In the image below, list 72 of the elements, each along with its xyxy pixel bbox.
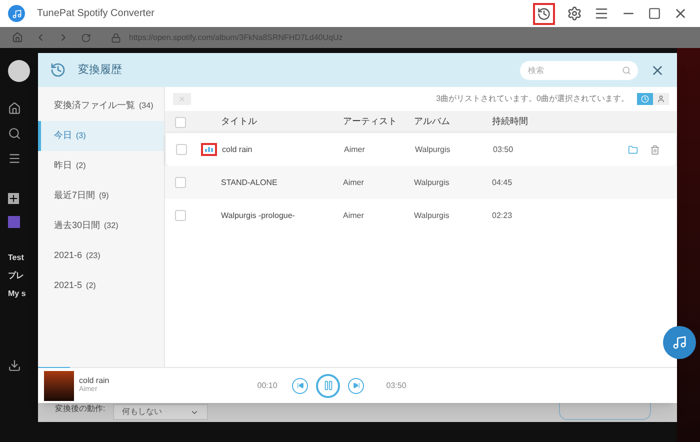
- trash-icon[interactable]: [650, 144, 660, 154]
- close-icon[interactable]: [673, 6, 688, 21]
- settings-icon[interactable]: [567, 6, 582, 21]
- history-button[interactable]: [533, 2, 555, 24]
- track-title: cold rain: [222, 144, 254, 156]
- menu-icon[interactable]: [594, 6, 609, 21]
- history-filter-item[interactable]: 2021-5 (2): [38, 271, 164, 301]
- column-header: アーティスト: [343, 115, 398, 128]
- track-artist: Aimer: [343, 210, 365, 222]
- history-filter-item[interactable]: 2021-6 (23): [38, 241, 164, 271]
- track-duration: 03:50: [493, 144, 514, 156]
- clock-icon: [641, 94, 649, 102]
- app-logo-icon: [8, 5, 25, 22]
- after-convert-label: 変換後の動作:: [55, 403, 106, 415]
- artist-view-toggle[interactable]: [653, 92, 669, 104]
- search-field[interactable]: 検索: [520, 60, 638, 80]
- checkbox[interactable]: [174, 210, 186, 221]
- history-filter-item[interactable]: 変換済ファイル一覧 (34): [38, 91, 164, 121]
- column-header: アルバム: [414, 115, 451, 128]
- track-artist: Aimer: [343, 176, 365, 188]
- track-album: Walpurgis: [414, 210, 450, 222]
- previous-button[interactable]: [292, 378, 308, 394]
- library-icon[interactable]: [8, 152, 21, 165]
- skip-forward-icon: [352, 382, 360, 389]
- checkbox[interactable]: [174, 116, 186, 128]
- track-title: STAND-ALONE: [221, 176, 278, 188]
- track-row[interactable]: STAND-ALONE Aimer Walpurgis 04:45: [165, 166, 677, 199]
- search-icon: [622, 66, 631, 74]
- reload-icon[interactable]: [81, 32, 91, 42]
- playlist-label[interactable]: My s: [8, 288, 26, 300]
- elapsed-time: 00:10: [257, 380, 278, 392]
- column-header: タイトル: [221, 115, 258, 128]
- close-icon: [178, 94, 186, 102]
- next-button[interactable]: [348, 378, 364, 394]
- playlist-label[interactable]: Test: [8, 252, 26, 264]
- history-icon: [537, 6, 551, 20]
- track-row[interactable]: cold rain Aimer Walpurgis 03:50: [166, 133, 676, 166]
- history-icon: [50, 62, 66, 78]
- status-text: 3曲がリストされています。0曲が選択されています。: [436, 92, 629, 104]
- album-art-placeholder: [44, 370, 74, 400]
- home-icon[interactable]: [8, 102, 21, 115]
- search-icon[interactable]: [8, 127, 21, 140]
- track-album: Walpurgis: [414, 176, 450, 188]
- history-filter-item[interactable]: 今日 (3): [38, 121, 164, 151]
- music-note-icon: [672, 335, 687, 350]
- pause-icon: [322, 380, 334, 391]
- playlist-label[interactable]: プレ: [8, 270, 26, 282]
- lock-icon: [111, 32, 121, 42]
- after-convert-dropdown[interactable]: 何もしない: [113, 404, 208, 420]
- history-filter-item[interactable]: 昨日 (2): [38, 151, 164, 181]
- total-time: 03:50: [386, 380, 406, 392]
- download-icon[interactable]: [8, 359, 21, 372]
- history-filter-item[interactable]: 最近7日間 (9): [38, 181, 164, 211]
- track-album: Walpurgis: [415, 144, 452, 156]
- player-track-title: cold rain: [79, 376, 110, 386]
- folder-icon[interactable]: [628, 144, 638, 154]
- person-icon: [657, 94, 665, 102]
- track-duration: 04:45: [492, 176, 514, 188]
- track-artist: Aimer: [344, 144, 366, 156]
- checkbox[interactable]: [174, 177, 186, 188]
- column-header: 持続時間: [492, 115, 529, 128]
- plus-icon[interactable]: [8, 193, 19, 204]
- dialog-title: 変換履歴: [78, 62, 122, 78]
- checkbox[interactable]: [176, 144, 186, 155]
- track-duration: 02:23: [492, 210, 514, 222]
- history-filter-item[interactable]: 過去30日間 (32): [38, 211, 164, 241]
- window-title: TunePat Spotify Converter: [37, 7, 154, 21]
- pause-button[interactable]: [316, 374, 340, 398]
- maximize-icon[interactable]: [648, 7, 661, 20]
- track-title: Walpurgis -prologue-: [221, 210, 296, 222]
- history-view-toggle[interactable]: [637, 92, 653, 104]
- skip-back-icon: [296, 382, 304, 389]
